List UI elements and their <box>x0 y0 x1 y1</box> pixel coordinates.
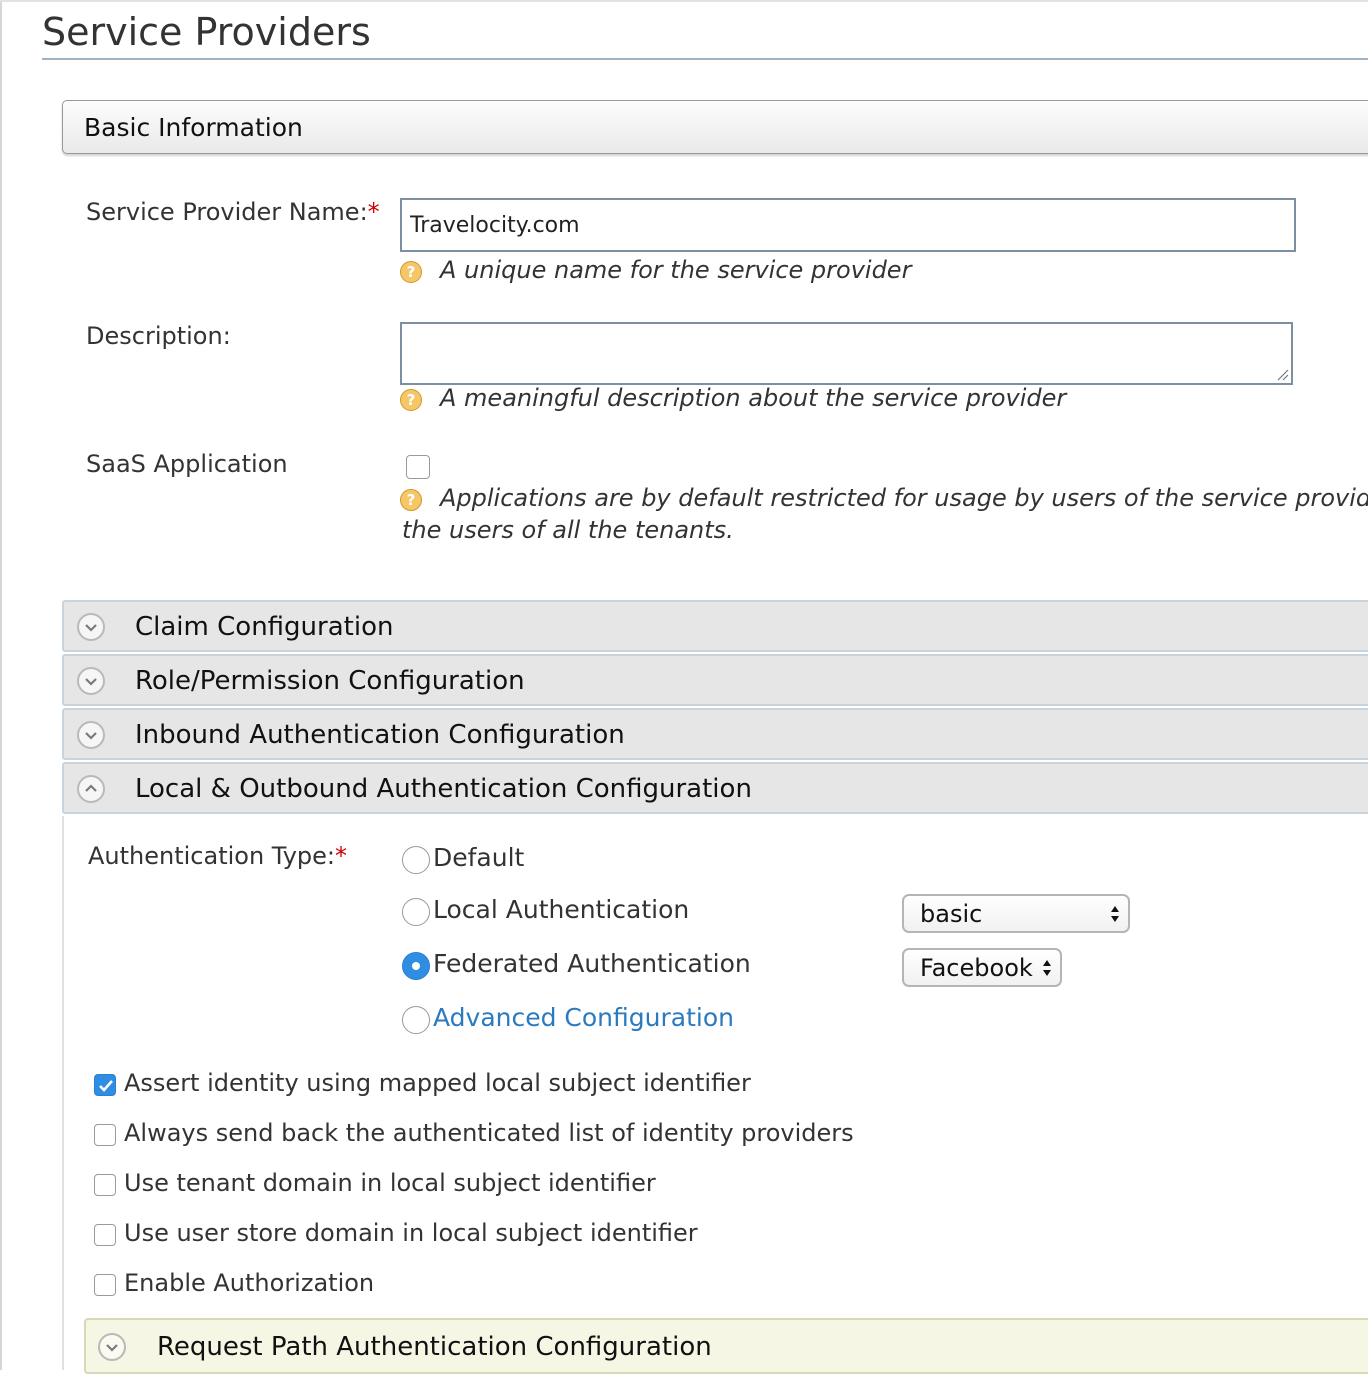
page-title: Service Providers <box>42 10 371 54</box>
description-label: Description: <box>86 322 231 350</box>
chevron-down-icon[interactable] <box>77 721 105 749</box>
page-top-border <box>0 0 1368 2</box>
saas-application-checkbox[interactable] <box>406 455 430 479</box>
select-arrows-icon <box>1111 906 1119 922</box>
help-icon[interactable]: ? <box>400 261 422 283</box>
chevron-down-icon[interactable] <box>77 667 105 695</box>
advanced-configuration-link[interactable]: Advanced Configuration <box>433 1003 734 1032</box>
section-title: Inbound Authentication Configuration <box>135 720 625 750</box>
help-icon[interactable]: ? <box>400 489 422 511</box>
description-textarea[interactable] <box>400 322 1293 385</box>
page-left-border <box>0 0 2 1370</box>
basic-information-title: Basic Information <box>84 113 303 142</box>
section-inbound-authentication-configuration[interactable]: Inbound Authentication Configuration <box>62 708 1368 760</box>
radio-button[interactable] <box>402 1006 430 1034</box>
resize-grip-icon[interactable] <box>1275 367 1289 381</box>
section-title: Request Path Authentication Configuratio… <box>157 1332 712 1362</box>
service-provider-name-input[interactable] <box>400 198 1296 252</box>
chevron-up-icon[interactable] <box>77 775 105 803</box>
authentication-type-label: Authentication Type:* <box>88 842 348 870</box>
section-request-path-authentication-configuration[interactable]: Request Path Authentication Configuratio… <box>84 1318 1368 1374</box>
tenant-domain-checkbox[interactable] <box>94 1174 116 1196</box>
chevron-down-icon[interactable] <box>77 613 105 641</box>
section-title: Claim Configuration <box>135 612 394 642</box>
section-local-outbound-authentication-configuration[interactable]: Local & Outbound Authentication Configur… <box>62 762 1368 814</box>
required-marker: * <box>335 842 348 870</box>
select-arrows-icon <box>1043 960 1051 976</box>
help-icon[interactable]: ? <box>400 389 422 411</box>
user-store-domain-checkbox[interactable] <box>94 1224 116 1246</box>
assert-identity-checkbox[interactable] <box>94 1074 116 1096</box>
chevron-down-icon[interactable] <box>98 1333 126 1361</box>
title-underline <box>42 58 1368 60</box>
required-marker: * <box>367 198 380 226</box>
federated-idp-select[interactable]: Facebook <box>902 948 1062 987</box>
basic-information-header: Basic Information <box>62 100 1368 154</box>
send-back-idp-list-checkbox[interactable] <box>94 1124 116 1146</box>
saas-application-label: SaaS Application <box>86 450 288 478</box>
section-title: Local & Outbound Authentication Configur… <box>135 774 752 804</box>
radio-button-selected[interactable] <box>402 952 430 980</box>
service-provider-name-label: Service Provider Name:* <box>86 198 380 226</box>
checkmark-icon <box>99 1080 113 1092</box>
saas-application-help-continued: the users of all the tenants. <box>402 516 734 544</box>
section-role-permission-configuration[interactable]: Role/Permission Configuration <box>62 654 1368 706</box>
radio-button[interactable] <box>402 898 430 926</box>
enable-authorization-checkbox[interactable] <box>94 1274 116 1296</box>
local-authenticator-select[interactable]: basic <box>902 894 1130 933</box>
radio-button[interactable] <box>402 846 430 874</box>
section-claim-configuration[interactable]: Claim Configuration <box>62 600 1368 652</box>
section-title: Role/Permission Configuration <box>135 666 525 696</box>
